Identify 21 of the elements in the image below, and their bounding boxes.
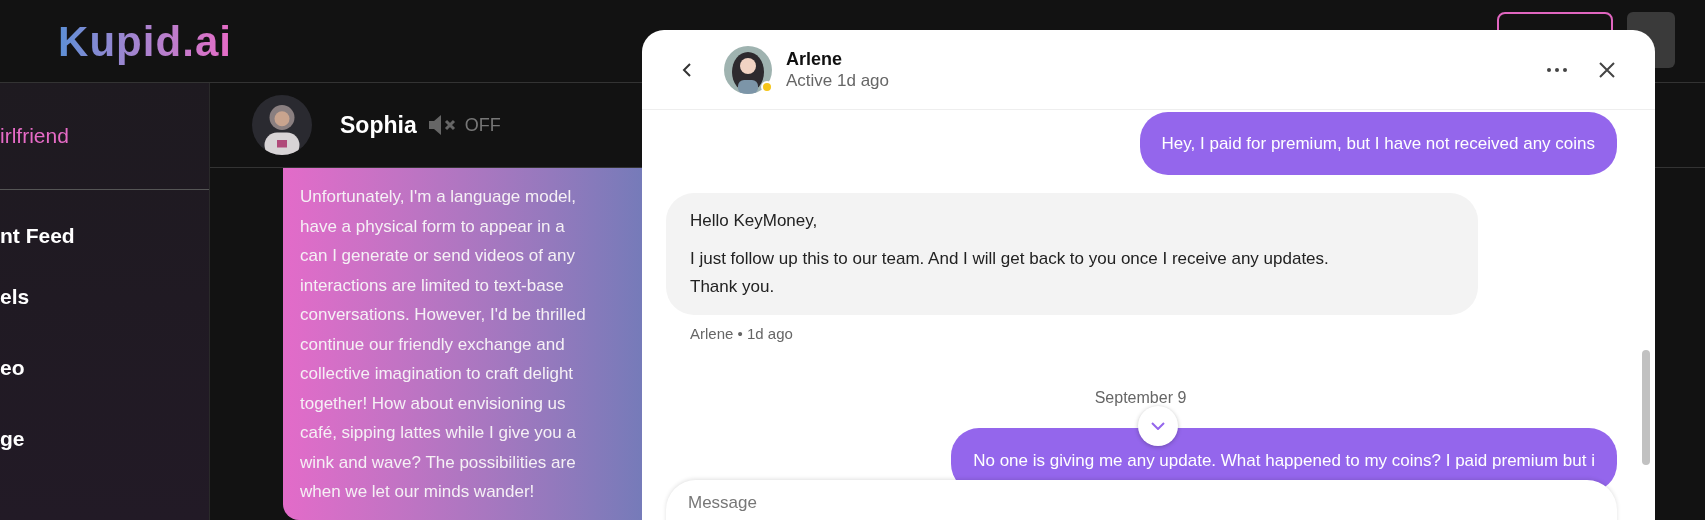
chat-title: Sophia xyxy=(340,110,417,140)
message-meta: Arlene • 1d ago xyxy=(690,324,793,344)
sound-toggle[interactable]: OFF xyxy=(426,111,501,139)
contact-status: Active 1d ago xyxy=(786,69,889,92)
chevron-down-icon xyxy=(1151,422,1165,430)
status-dot-icon xyxy=(761,80,773,93)
scroll-down-button[interactable] xyxy=(1138,406,1178,446)
sidebar-item[interactable]: nt Feed xyxy=(0,219,75,252)
chevron-left-icon xyxy=(682,61,692,78)
message-input[interactable]: Message xyxy=(688,490,1595,516)
close-icon xyxy=(1599,61,1615,78)
sidebar-item[interactable]: els xyxy=(0,280,30,313)
received-message: Hello KeyMoney, I just follow up this to our team. And I will get back to you once I receive any updates. Thank you. xyxy=(666,193,1478,315)
scrollbar[interactable] xyxy=(1642,350,1650,465)
sidebar-item[interactable]: ge xyxy=(0,422,25,455)
sidebar-item[interactable]: irlfriend xyxy=(0,120,69,152)
sent-message: Hey, I paid for premium, but I have not received any coins xyxy=(1139,112,1617,175)
contact-name: Arlene xyxy=(786,47,844,70)
date-separator: September 9 xyxy=(1094,387,1187,408)
more-icon xyxy=(1547,67,1567,72)
sidebar-item[interactable]: eo xyxy=(0,351,25,384)
